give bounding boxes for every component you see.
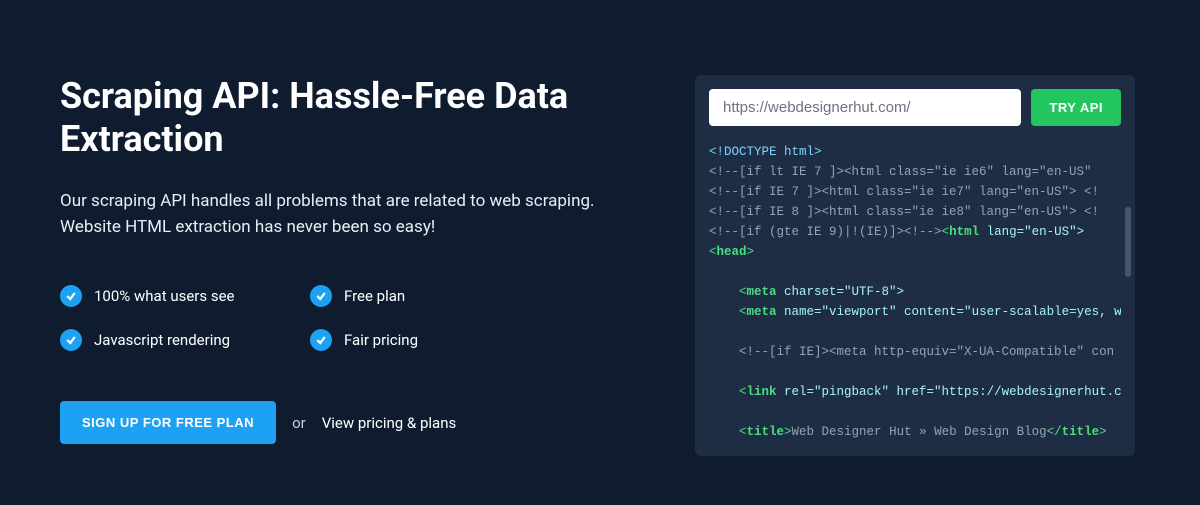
feature-label: 100% what users see — [94, 287, 234, 305]
headline: Scraping API: Hassle-Free Data Extractio… — [60, 75, 640, 161]
subtext: Our scraping API handles all problems th… — [60, 189, 640, 240]
check-icon — [60, 329, 82, 351]
check-icon — [310, 329, 332, 351]
hero-left: Scraping API: Hassle-Free Data Extractio… — [60, 75, 640, 456]
api-demo-panel: TRY API <!DOCTYPE html><!--[if lt IE 7 ]… — [695, 75, 1135, 456]
api-input-row: TRY API — [709, 89, 1121, 126]
check-icon — [310, 285, 332, 307]
feature-item: 100% what users see — [60, 285, 310, 307]
feature-item: Fair pricing — [310, 329, 640, 351]
hero-section: Scraping API: Hassle-Free Data Extractio… — [0, 0, 1200, 496]
url-input[interactable] — [709, 89, 1021, 126]
check-icon — [60, 285, 82, 307]
feature-label: Fair pricing — [344, 331, 418, 349]
try-api-button[interactable]: TRY API — [1031, 89, 1121, 126]
code-output: <!DOCTYPE html><!--[if lt IE 7 ]><html c… — [709, 142, 1121, 442]
feature-label: Free plan — [344, 287, 405, 305]
signup-button[interactable]: SIGN UP FOR FREE PLAN — [60, 401, 276, 444]
feature-item: Javascript rendering — [60, 329, 310, 351]
scrollbar-thumb[interactable] — [1125, 207, 1131, 277]
feature-label: Javascript rendering — [94, 331, 230, 349]
pricing-link[interactable]: View pricing & plans — [322, 414, 457, 432]
or-text: or — [292, 414, 306, 432]
feature-list: 100% what users see Free plan Javascript… — [60, 285, 640, 351]
cta-row: SIGN UP FOR FREE PLAN or View pricing & … — [60, 401, 640, 444]
feature-item: Free plan — [310, 285, 640, 307]
